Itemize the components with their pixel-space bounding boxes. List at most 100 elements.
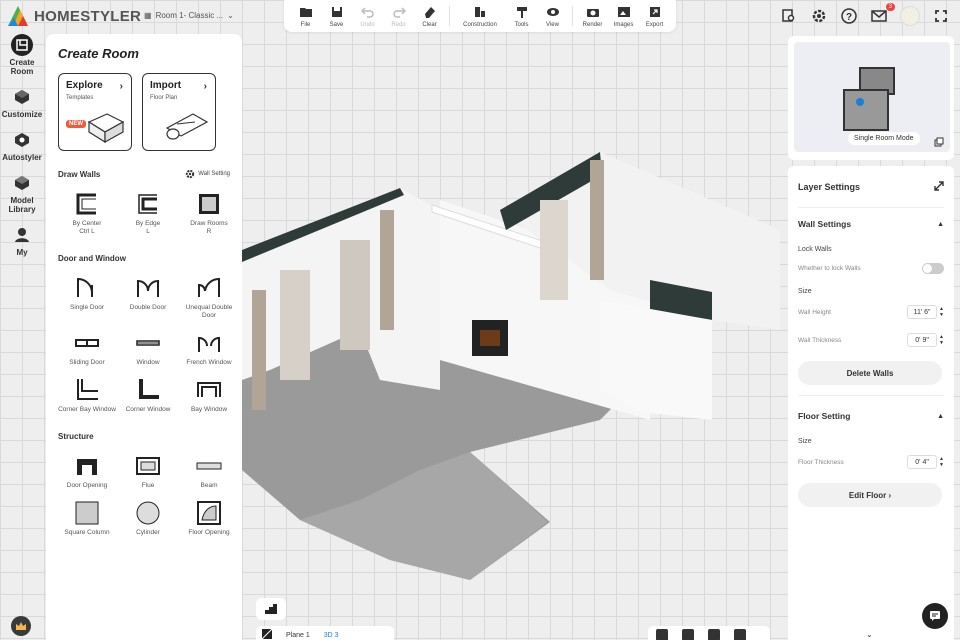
door-opening-icon bbox=[77, 459, 97, 475]
wall-by-edge-tool[interactable]: By Edge L bbox=[119, 191, 177, 236]
rail-customize[interactable]: Customize bbox=[0, 86, 44, 119]
wall-thickness-stepper[interactable]: 0' 9" ▲ ▼ bbox=[907, 333, 944, 347]
camera-view-icon[interactable] bbox=[656, 629, 668, 640]
view-button[interactable]: View bbox=[537, 5, 568, 28]
camera-icon bbox=[586, 8, 599, 17]
bay-window-tool[interactable]: Bay Window bbox=[180, 377, 238, 414]
homestyler-logo-icon bbox=[8, 6, 28, 26]
file-button[interactable]: File bbox=[290, 5, 321, 28]
window-icon bbox=[136, 340, 160, 346]
chat-icon[interactable] bbox=[922, 603, 948, 629]
images-button[interactable]: Images bbox=[608, 5, 639, 28]
camera-walk-icon[interactable] bbox=[708, 629, 720, 640]
single-room-mode-label[interactable]: Single Room Mode bbox=[848, 132, 920, 145]
construction-button[interactable]: Construction bbox=[454, 5, 506, 28]
stairs-icon bbox=[265, 604, 277, 614]
floor-thickness-input[interactable]: 0' 4" bbox=[907, 455, 938, 469]
corner-window-tool[interactable]: Corner Window bbox=[119, 377, 177, 414]
decrement-icon[interactable]: ▼ bbox=[939, 340, 944, 346]
search-doc-icon[interactable] bbox=[780, 7, 798, 25]
wall-thickness-label: Wall Thickness bbox=[798, 336, 842, 344]
rail-create-room[interactable]: Create Room bbox=[0, 34, 44, 76]
fullscreen-icon[interactable] bbox=[932, 7, 950, 25]
brand-name: HOMESTYLER bbox=[34, 7, 142, 25]
gear-icon[interactable] bbox=[810, 7, 828, 25]
draw-rooms-tool[interactable]: Draw Rooms R bbox=[180, 191, 238, 236]
left-rail: Create Room Customize Autostyler Model L… bbox=[0, 34, 44, 257]
explore-templates-card[interactable]: Explore › Templates NEW bbox=[58, 73, 132, 151]
unequal-double-door-tool[interactable]: Unequal Double Door bbox=[180, 275, 238, 320]
floor-plan-roll-icon bbox=[165, 113, 209, 140]
french-window-tool[interactable]: French Window bbox=[180, 330, 238, 367]
beam-icon bbox=[196, 462, 222, 470]
wall-height-row: Wall Height 11' 6" ▲ ▼ bbox=[798, 305, 944, 319]
door-window-header: Door and Window bbox=[58, 254, 230, 263]
wall-height-input[interactable]: 11' 6" bbox=[907, 305, 938, 319]
notification-badge: 3 bbox=[885, 3, 895, 11]
help-icon[interactable]: ? bbox=[840, 7, 858, 25]
layer-settings-panel: Layer Settings Wall Settings ▲ Lock Wall… bbox=[788, 166, 954, 640]
floor-thickness-stepper[interactable]: 0' 4" ▲ ▼ bbox=[907, 455, 944, 469]
wall-settings-header[interactable]: Wall Settings ▲ bbox=[798, 208, 944, 240]
panel-title: Create Room bbox=[58, 46, 139, 61]
floor-setting-header[interactable]: Floor Setting ▲ bbox=[798, 400, 944, 432]
camera-orbit-icon[interactable] bbox=[682, 629, 694, 640]
french-window-icon bbox=[198, 336, 220, 352]
clear-button[interactable]: Clear bbox=[414, 5, 445, 28]
beam-tool[interactable]: Beam bbox=[180, 453, 238, 490]
cylinder-tool[interactable]: Cylinder bbox=[119, 500, 177, 537]
draw-rooms-icon bbox=[199, 194, 219, 214]
delete-walls-button[interactable]: Delete Walls bbox=[798, 361, 942, 385]
rail-my[interactable]: My bbox=[0, 224, 44, 257]
main-toolbar: File Save Undo Redo Clear Construction T… bbox=[284, 0, 676, 32]
save-button[interactable]: Save bbox=[321, 5, 352, 28]
tools-button[interactable]: Tools bbox=[506, 5, 537, 28]
decrement-icon[interactable]: ▼ bbox=[939, 462, 944, 468]
section-divider bbox=[798, 395, 944, 396]
decrement-icon[interactable]: ▼ bbox=[939, 312, 944, 318]
create-room-panel: Create Room Explore › Templates NEW Impo… bbox=[46, 34, 242, 640]
expand-icon[interactable] bbox=[934, 180, 944, 193]
sliding-door-tool[interactable]: Sliding Door bbox=[58, 330, 116, 367]
window-tool[interactable]: Window bbox=[119, 330, 177, 367]
crown-icon[interactable] bbox=[11, 616, 31, 636]
view-mode-switch: Plane 1 3D 3 bbox=[256, 626, 394, 640]
import-floor-plan-card[interactable]: Import › Floor Plan bbox=[142, 73, 216, 151]
mail-icon[interactable]: 3 bbox=[870, 3, 895, 25]
rail-autostyler[interactable]: Autostyler bbox=[0, 129, 44, 162]
wall-by-center-tool[interactable]: By Center Ctrl L bbox=[58, 191, 116, 236]
camera-close-icon[interactable] bbox=[734, 629, 746, 640]
room-selector[interactable]: ▦ Room 1- Classic ... ⌄ bbox=[144, 11, 234, 20]
caret-up-icon: ▲ bbox=[937, 412, 944, 420]
single-door-tool[interactable]: Single Door bbox=[58, 275, 116, 320]
undo-button[interactable]: Undo bbox=[352, 5, 383, 28]
homestyler-logo[interactable]: HOMESTYLER bbox=[8, 6, 141, 26]
wall-height-stepper[interactable]: 11' 6" ▲ ▼ bbox=[907, 305, 944, 319]
flue-icon bbox=[136, 457, 160, 475]
floor-opening-tool[interactable]: Floor Opening bbox=[180, 500, 238, 537]
export-button[interactable]: Export bbox=[639, 5, 670, 28]
double-door-icon bbox=[137, 279, 159, 297]
redo-button[interactable]: Redo bbox=[383, 5, 414, 28]
door-opening-tool[interactable]: Door Opening bbox=[58, 453, 116, 490]
plane-view-option[interactable]: Plane 1 bbox=[286, 632, 310, 639]
toolbar-divider bbox=[572, 6, 573, 26]
lock-walls-toggle[interactable] bbox=[922, 263, 944, 274]
rail-model-library[interactable]: Model Library bbox=[0, 172, 44, 214]
hatch-icon[interactable] bbox=[261, 628, 273, 640]
copy-icon[interactable] bbox=[934, 134, 944, 152]
avatar[interactable] bbox=[900, 6, 920, 26]
3d-view-option[interactable]: 3D 3 bbox=[324, 632, 339, 639]
flue-tool[interactable]: Flue bbox=[119, 453, 177, 490]
minimap-canvas[interactable]: Single Room Mode bbox=[794, 42, 950, 152]
wall-thickness-input[interactable]: 0' 9" bbox=[907, 333, 938, 347]
corner-bay-window-tool[interactable]: Corner Bay Window bbox=[58, 377, 116, 414]
render-button[interactable]: Render bbox=[577, 5, 608, 28]
double-chevron-down-icon[interactable]: ⌄ bbox=[866, 630, 873, 639]
edit-floor-button[interactable]: Edit Floor › bbox=[798, 483, 942, 507]
stairs-view-button[interactable] bbox=[256, 598, 286, 620]
square-column-tool[interactable]: Square Column bbox=[58, 500, 116, 537]
double-door-tool[interactable]: Double Door bbox=[119, 275, 177, 320]
minimap[interactable]: Single Room Mode bbox=[788, 36, 954, 160]
wall-setting-button[interactable]: Wall Setting bbox=[185, 169, 230, 179]
